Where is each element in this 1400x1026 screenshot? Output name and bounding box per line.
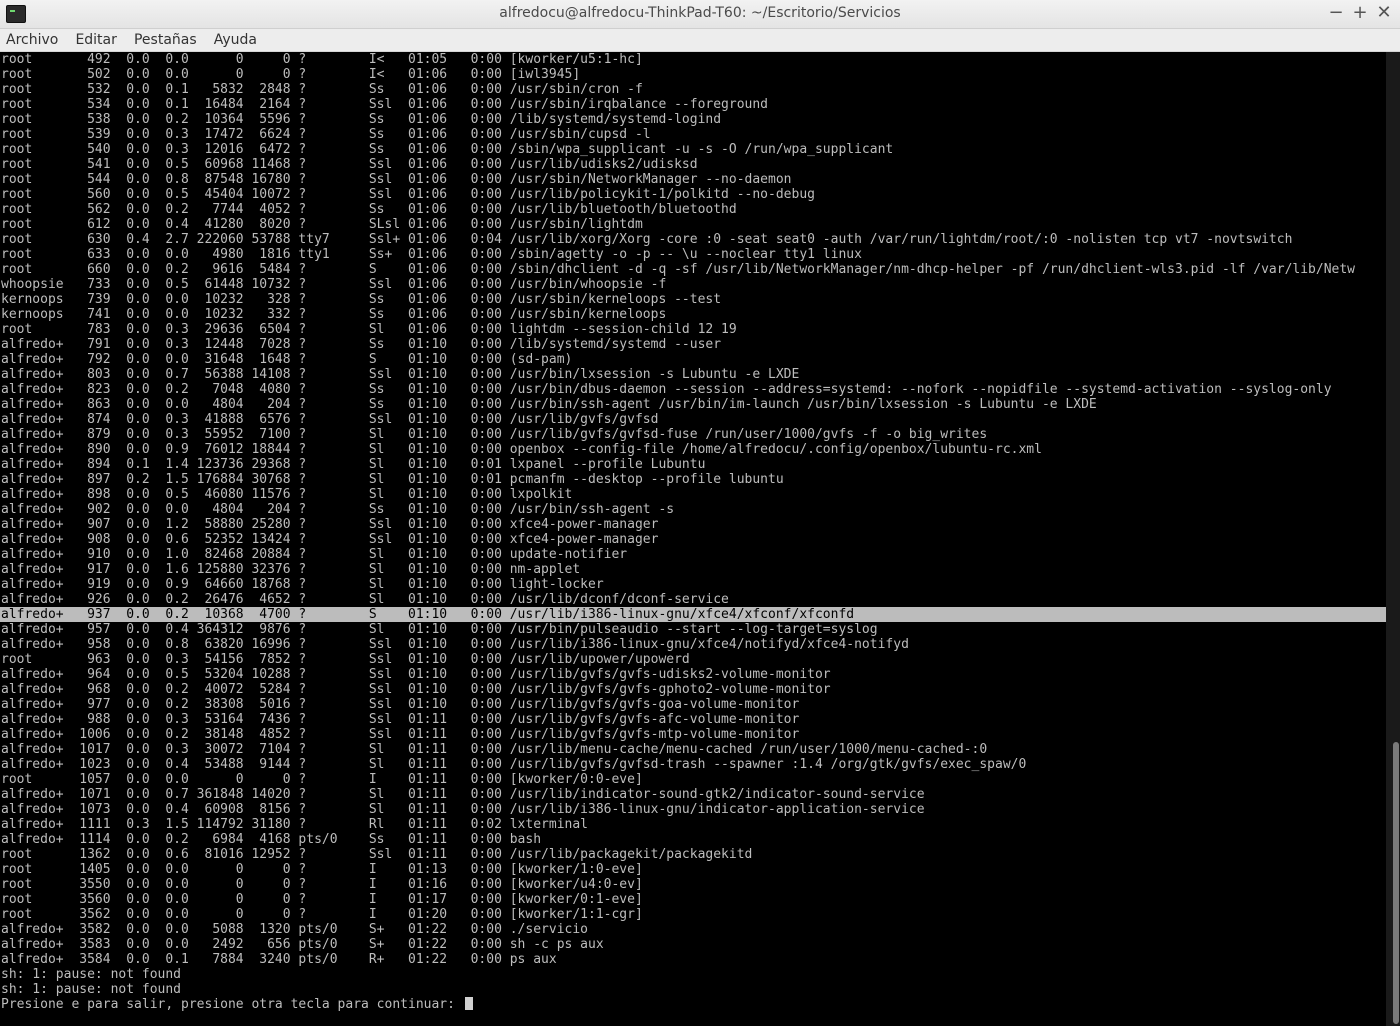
terminal-line: alfredo+ 958 0.0 0.8 63820 16996 ? Ssl 0… — [1, 637, 909, 652]
terminal-line: root 1405 0.0 0.0 0 0 ? I 01:13 0:00 [kw… — [1, 862, 643, 877]
terminal-line: kernoops 739 0.0 0.0 10232 328 ? Ss 01:0… — [1, 292, 722, 307]
scrollbar-thumb[interactable] — [1393, 742, 1399, 1024]
maximize-icon[interactable]: + — [1351, 3, 1369, 23]
terminal-output[interactable]: root 492 0.0 0.0 0 0 ? I< 01:05 0:00 [kw… — [0, 52, 1386, 1026]
terminal-line: sh: 1: pause: not found — [1, 982, 182, 997]
terminal-line: root 538 0.0 0.2 10364 5596 ? Ss 01:06 0… — [1, 112, 722, 127]
terminal-line: root 630 0.4 2.7 222060 53788 tty7 Ssl+ … — [1, 232, 1293, 247]
terminal-line: root 532 0.0 0.1 5832 2848 ? Ss 01:06 0:… — [1, 82, 643, 97]
terminal-line: alfredo+ 1111 0.3 1.5 114792 31180 ? Rl … — [1, 817, 588, 832]
terminal-line: alfredo+ 897 0.2 1.5 176884 30768 ? Sl 0… — [1, 472, 784, 487]
vertical-scrollbar[interactable] — [1386, 52, 1400, 1026]
terminal-line: root 1057 0.0 0.0 0 0 ? I 01:11 0:00 [kw… — [1, 772, 643, 787]
terminal-line: alfredo+ 937 0.0 0.2 10368 4700 ? S 01:1… — [0, 607, 1386, 622]
terminal-line: alfredo+ 902 0.0 0.0 4804 204 ? Ss 01:10… — [1, 502, 675, 517]
terminal-line: sh: 1: pause: not found — [1, 967, 182, 982]
terminal-line: alfredo+ 977 0.0 0.2 38308 5016 ? Ssl 01… — [1, 697, 800, 712]
terminal-line: alfredo+ 863 0.0 0.0 4804 204 ? Ss 01:10… — [1, 397, 1097, 412]
prompt-text: Presione e para salir, presione otra tec… — [1, 997, 463, 1012]
terminal-line: alfredo+ 792 0.0 0.0 31648 1648 ? S 01:1… — [1, 352, 573, 367]
terminal-line: alfredo+ 968 0.0 0.2 40072 5284 ? Ssl 01… — [1, 682, 831, 697]
terminal-line: alfredo+ 908 0.0 0.6 52352 13424 ? Ssl 0… — [1, 532, 659, 547]
terminal-line: root 492 0.0 0.0 0 0 ? I< 01:05 0:00 [kw… — [1, 52, 643, 67]
terminal-line: alfredo+ 791 0.0 0.3 12448 7028 ? Ss 01:… — [1, 337, 722, 352]
minimize-icon[interactable]: − — [1327, 3, 1345, 23]
terminal-line: alfredo+ 803 0.0 0.7 56388 14108 ? Ssl 0… — [1, 367, 800, 382]
terminal-line: alfredo+ 879 0.0 0.3 55952 7100 ? Sl 01:… — [1, 427, 988, 442]
terminal-line: root 963 0.0 0.3 54156 7852 ? Ssl 01:10 … — [1, 652, 690, 667]
terminal-line: root 502 0.0 0.0 0 0 ? I< 01:06 0:00 [iw… — [1, 67, 581, 82]
terminal-line: alfredo+ 907 0.0 1.2 58880 25280 ? Ssl 0… — [1, 517, 659, 532]
terminal-line: alfredo+ 926 0.0 0.2 26476 4652 ? Sl 01:… — [1, 592, 729, 607]
terminal-line: root 544 0.0 0.8 87548 16780 ? Ssl 01:06… — [1, 172, 792, 187]
terminal-line: root 783 0.0 0.3 29636 6504 ? Sl 01:06 0… — [1, 322, 737, 337]
terminal-line: root 3550 0.0 0.0 0 0 ? I 01:16 0:00 [kw… — [1, 877, 643, 892]
terminal-line: alfredo+ 898 0.0 0.5 46080 11576 ? Sl 01… — [1, 487, 573, 502]
menu-editar[interactable]: Editar — [69, 29, 122, 51]
close-icon[interactable]: ✕ — [1375, 3, 1393, 23]
window-titlebar[interactable]: alfredocu@alfredocu-ThinkPad-T60: ~/Escr… — [0, 0, 1400, 29]
prompt-line: Presione e para salir, presione otra tec… — [0, 997, 1386, 1012]
terminal-line: root 539 0.0 0.3 17472 6624 ? Ss 01:06 0… — [1, 127, 651, 142]
terminal-line: alfredo+ 1023 0.0 0.4 53488 9144 ? Sl 01… — [1, 757, 1027, 772]
terminal-line: alfredo+ 917 0.0 1.6 125880 32376 ? Sl 0… — [1, 562, 581, 577]
terminal-line: root 612 0.0 0.4 41280 8020 ? SLsl 01:06… — [1, 217, 643, 232]
terminal-line: alfredo+ 910 0.0 1.0 82468 20884 ? Sl 01… — [1, 547, 628, 562]
terminal-line: alfredo+ 3583 0.0 0.0 2492 656 pts/0 S+ … — [1, 937, 604, 952]
terminal-line: alfredo+ 988 0.0 0.3 53164 7436 ? Ssl 01… — [1, 712, 800, 727]
terminal-line: root 562 0.0 0.2 7744 4052 ? Ss 01:06 0:… — [1, 202, 737, 217]
terminal-line: root 560 0.0 0.5 45404 10072 ? Ssl 01:06… — [1, 187, 815, 202]
terminal-line: alfredo+ 3584 0.0 0.1 7884 3240 pts/0 R+… — [1, 952, 557, 967]
terminal-line: root 540 0.0 0.3 12016 6472 ? Ss 01:06 0… — [1, 142, 894, 157]
terminal-line: root 3562 0.0 0.0 0 0 ? I 01:20 0:00 [kw… — [1, 907, 643, 922]
terminal-line: kernoops 741 0.0 0.0 10232 332 ? Ss 01:0… — [1, 307, 667, 322]
terminal-line: root 1362 0.0 0.6 81016 12952 ? Ssl 01:1… — [1, 847, 753, 862]
terminal-line: root 541 0.0 0.5 60968 11468 ? Ssl 01:06… — [1, 157, 698, 172]
window-title: alfredocu@alfredocu-ThinkPad-T60: ~/Escr… — [499, 5, 901, 21]
terminal-line: whoopsie 733 0.0 0.5 61448 10732 ? Ssl 0… — [1, 277, 667, 292]
terminal-line: alfredo+ 957 0.0 0.4 364312 9876 ? Sl 01… — [1, 622, 878, 637]
terminal-line: root 633 0.0 0.0 4980 1816 tty1 Ss+ 01:0… — [1, 247, 862, 262]
terminal-line: root 3560 0.0 0.0 0 0 ? I 01:17 0:00 [kw… — [1, 892, 643, 907]
menu-archivo[interactable]: Archivo — [0, 29, 64, 51]
menu-bar: Archivo Editar Pestañas Ayuda — [0, 29, 1400, 52]
terminal-line: alfredo+ 1073 0.0 0.4 60908 8156 ? Sl 01… — [1, 802, 925, 817]
terminal-line: alfredo+ 964 0.0 0.5 53204 10288 ? Ssl 0… — [1, 667, 831, 682]
terminal-line: root 534 0.0 0.1 16484 2164 ? Ssl 01:06 … — [1, 97, 769, 112]
terminal-line: alfredo+ 3582 0.0 0.0 5088 1320 pts/0 S+… — [1, 922, 588, 937]
terminal-line: alfredo+ 1006 0.0 0.2 38148 4852 ? Ssl 0… — [1, 727, 800, 742]
terminal-line: alfredo+ 874 0.0 0.3 41888 6576 ? Ssl 01… — [1, 412, 659, 427]
menu-pestanas[interactable]: Pestañas — [128, 29, 203, 51]
terminal-line: alfredo+ 894 0.1 1.4 123736 29368 ? Sl 0… — [1, 457, 706, 472]
terminal-line: alfredo+ 1114 0.0 0.2 6984 4168 pts/0 Ss… — [1, 832, 542, 847]
terminal-line: alfredo+ 1071 0.0 0.7 361848 14020 ? Sl … — [1, 787, 925, 802]
terminal-line: alfredo+ 890 0.0 0.9 76012 18844 ? Sl 01… — [1, 442, 1042, 457]
terminal-line: alfredo+ 919 0.0 0.9 64660 18768 ? Sl 01… — [1, 577, 604, 592]
terminal-line: root 660 0.0 0.2 9616 5484 ? S 01:06 0:0… — [1, 262, 1356, 277]
terminal-line: alfredo+ 1017 0.0 0.3 30072 7104 ? Sl 01… — [1, 742, 988, 757]
menu-ayuda[interactable]: Ayuda — [208, 29, 263, 51]
terminal-line: alfredo+ 823 0.0 0.2 7048 4080 ? Ss 01:1… — [1, 382, 1332, 397]
text-cursor — [464, 997, 473, 1010]
